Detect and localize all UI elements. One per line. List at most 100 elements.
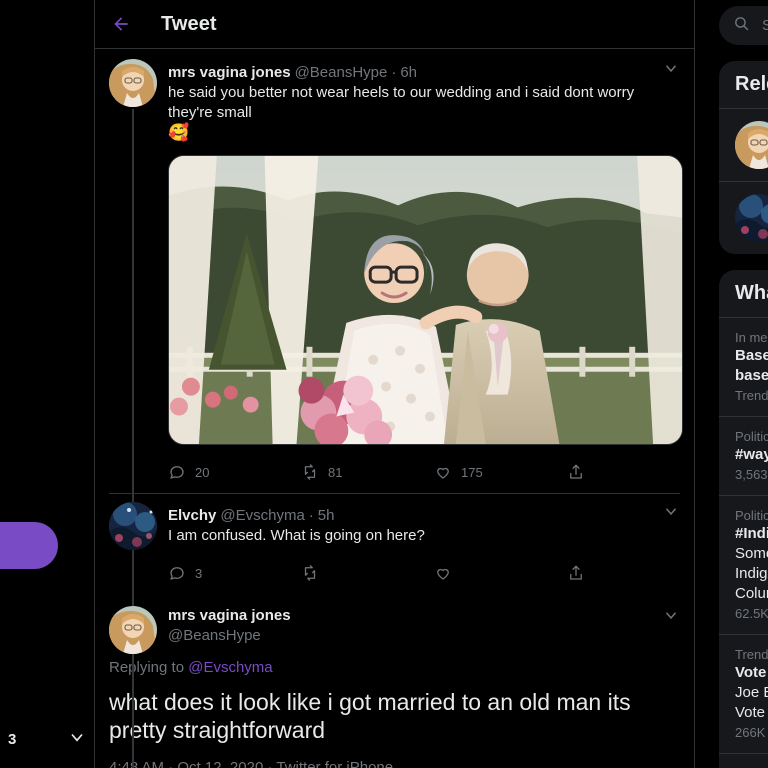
twitter-app: 3 Tweet [0,0,768,768]
separator-dot: · [309,506,314,526]
author-handle[interactable]: @BeansHype [295,63,388,83]
trend-category: Politics · Trending [735,508,768,524]
tweet-body: Elvchy @Evschyma · 5h I am confused. Wha… [157,502,680,590]
left-navigation: 3 [0,0,95,768]
separator-dot: · [391,63,396,83]
focused-author: mrs vagina jones @BeansHype [157,606,680,654]
leftnav-footer: 3 [0,727,95,752]
tweet-time: 4:48 AM [109,759,164,768]
author-display-name[interactable]: mrs vagina jones [168,606,291,626]
retweet-count: 81 [328,465,342,480]
reply-tweet[interactable]: Elvchy @Evschyma · 5h I am confused. Wha… [95,494,694,590]
page-header: Tweet [95,0,694,49]
tweet-emoji: 🥰 [168,123,680,143]
share-button[interactable] [567,463,585,481]
like-button[interactable]: 175 [434,463,567,481]
relevant-people-title: Relevant people [719,61,768,108]
tweet-source[interactable]: Twitter for iPhone [276,759,393,768]
trend-name: Baseball [735,346,768,366]
avatar-column [109,59,157,489]
avatar[interactable] [109,606,157,654]
tweet-actions: 20 81 175 [168,455,608,489]
relevant-person[interactable]: Elvchy @Evschyma [719,182,768,254]
trend-description: Joe Biden urges supporters to Vote [735,683,768,723]
reply-icon [168,564,186,582]
tweet-date: Oct 12, 2020 [177,759,263,768]
focused-tweet-text: what does it look like i got married to … [95,676,694,744]
whats-happening-card: What's happening In memoriam Baseball ba… [719,270,768,768]
author-display-name[interactable]: Elvchy [168,506,216,526]
search-input[interactable] [762,17,768,34]
parent-tweet[interactable]: mrs vagina jones @BeansHype · 6h he said… [95,49,694,489]
replying-to: Replying to @Evschyma [95,654,694,676]
heart-icon [434,564,452,582]
back-arrow-icon[interactable] [111,14,131,34]
reply-count: 20 [195,465,209,480]
trend-description: Some US states celebrate Indigenous Peop… [735,544,768,604]
right-sidebar: Relevant people mrs vag [695,0,768,768]
author-handle[interactable]: @Evschyma [220,506,304,526]
avatar-column [109,606,157,654]
thread-connector [132,552,134,610]
focused-tweet-header: mrs vagina jones @BeansHype [95,596,694,654]
replying-to-handle[interactable]: @Evschyma [188,659,272,676]
avatar[interactable] [109,59,157,107]
chevron-down-icon[interactable] [662,502,680,526]
like-button[interactable] [434,564,567,582]
avatar[interactable] [109,502,157,550]
tweet-author-row: Elvchy @Evschyma · 5h [168,502,680,526]
separator-dot: · [168,759,173,768]
retweet-icon [301,564,319,582]
trend-item[interactable]: Politics · Trending #IndigenousPeoplesDa… [719,496,768,634]
trend-item[interactable]: Politics · Trending #waytoofast 3,563 Tw… [719,417,768,495]
thread-connector [132,109,134,768]
trend-category: Politics · Trending [735,429,768,445]
heart-icon [434,463,452,481]
trend-count: 62.5K Tweets [735,606,768,622]
trend-category: Trending in United States [735,647,768,663]
trend-name: #waytoofast [735,445,768,465]
trend-item[interactable]: Politics · Trending [719,754,768,768]
compose-tweet-button[interactable] [0,522,58,569]
trend-count: 266K Tweets [735,725,768,741]
trend-category: In memoriam [735,330,768,346]
trend-item[interactable]: Trending in United States Vote Joe Biden… [719,635,768,753]
tweet-media-image[interactable] [168,155,683,445]
main-column: Tweet [95,0,695,768]
author-handle[interactable]: @BeansHype [168,626,291,646]
share-icon [567,463,585,481]
trend-name: #IndigenousPeoplesDay [735,524,768,544]
page-title: Tweet [161,13,217,36]
retweet-button[interactable] [301,564,434,582]
search-icon [733,15,750,37]
reply-icon [168,463,186,481]
search-box[interactable] [719,6,768,45]
tweet-author-row: mrs vagina jones @BeansHype · 6h [168,59,680,83]
notification-badge: 3 [8,731,16,748]
chevron-down-icon[interactable] [662,606,680,629]
reply-button[interactable]: 3 [168,564,301,582]
share-icon [567,564,585,582]
replying-to-prefix: Replying to [109,659,188,676]
author-display-name[interactable]: mrs vagina jones [168,63,291,83]
reply-count: 3 [195,566,202,581]
chevron-down-icon[interactable] [67,727,87,752]
avatar[interactable] [735,194,768,242]
avatar[interactable] [735,121,768,169]
relevant-people-card: Relevant people mrs vag [719,61,768,254]
focused-tweet: mrs vagina jones @BeansHype Replying to … [95,590,694,768]
share-button[interactable] [567,564,585,582]
reply-button[interactable]: 20 [168,463,301,481]
retweet-button[interactable]: 81 [301,463,434,481]
tweet-text: I am confused. What is going on here? [168,526,680,546]
trend-count: 3,563 Tweets [735,467,768,483]
retweet-icon [301,463,319,481]
trend-name: Vote [735,663,768,683]
tweet-body: mrs vagina jones @BeansHype · 6h he said… [157,59,680,489]
avatar-column [109,502,157,590]
trend-item[interactable]: In memoriam Baseball baseball Trending [719,318,768,416]
tweet-timestamp: 5h [318,506,335,526]
relevant-person[interactable]: mrs vagina jones @BeansHype [719,109,768,181]
chevron-down-icon[interactable] [662,59,680,83]
tweet-timestamp: 6h [400,63,417,83]
